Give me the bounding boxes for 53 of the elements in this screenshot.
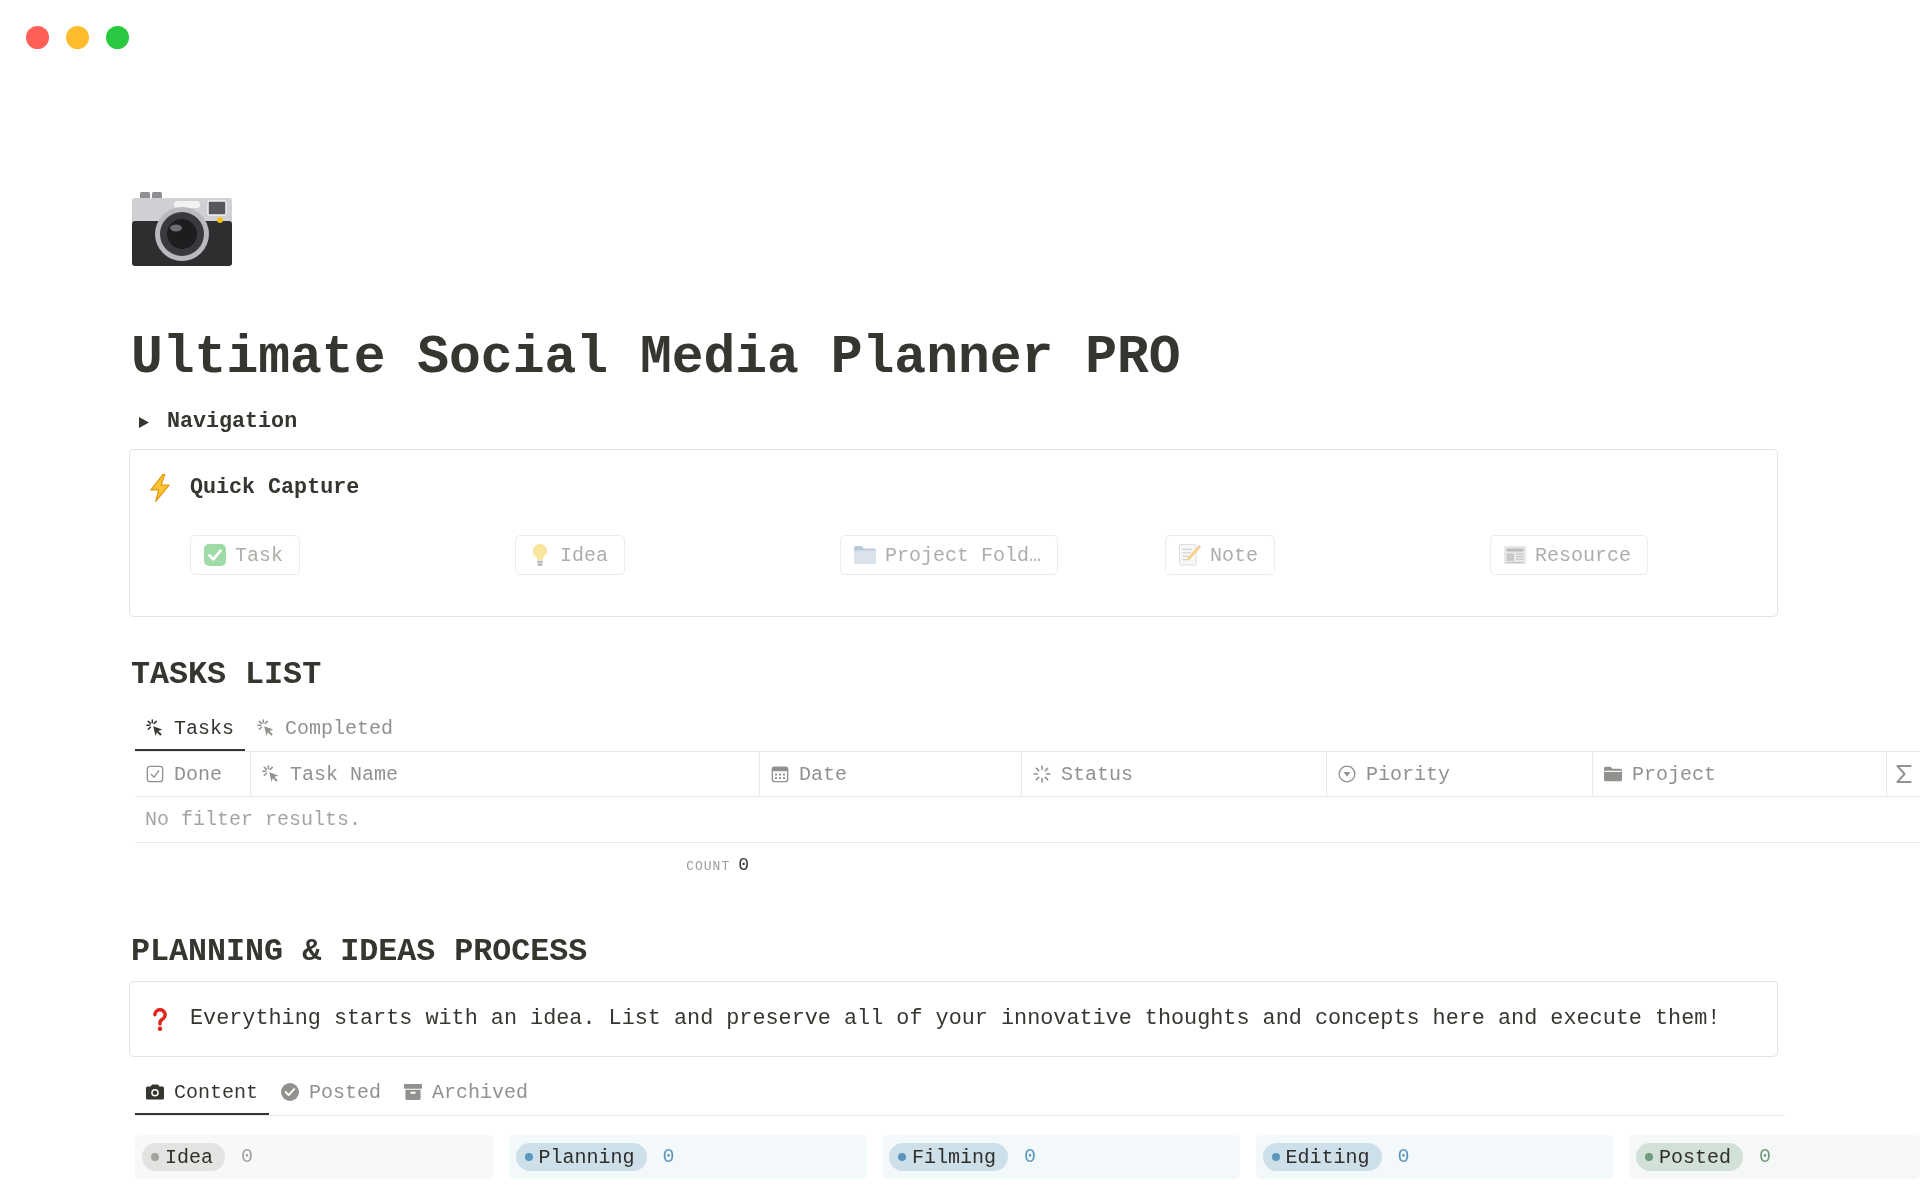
camera-icon	[146, 1083, 164, 1101]
checkbox-icon	[146, 765, 164, 783]
newspaper-icon	[1504, 544, 1526, 566]
page-title: Ultimate Social Media Planner PRO	[131, 327, 1181, 390]
camera-icon	[132, 192, 232, 266]
status-label: Idea	[165, 1145, 213, 1169]
column-header[interactable]: Status	[1022, 752, 1327, 796]
count-label: COUNT	[686, 857, 731, 876]
empty-message: No filter results.	[145, 808, 362, 831]
toggle-title: Navigation	[167, 408, 298, 436]
status-label: Filming	[912, 1145, 996, 1169]
down-arrow-circle-icon	[1338, 765, 1356, 783]
group-count: 0	[1024, 1144, 1037, 1170]
column-header[interactable]: Done	[135, 752, 251, 796]
cursor-click-icon	[262, 765, 280, 783]
view-tab[interactable]: Content	[135, 1069, 269, 1115]
status-label: Editing	[1285, 1145, 1370, 1169]
view-tab[interactable]: Completed	[246, 705, 405, 751]
spinner-icon	[1033, 765, 1051, 783]
check-circle-icon	[281, 1083, 299, 1101]
minimize-button[interactable]	[66, 26, 89, 49]
archive-box-icon	[404, 1083, 423, 1101]
question-mark-icon	[153, 1007, 167, 1031]
status-label: Planning	[538, 1145, 635, 1169]
section-heading: PLANNING & IDEAS PROCESS	[131, 933, 588, 972]
sigma-icon	[1895, 765, 1913, 783]
group-count: 0	[241, 1144, 254, 1170]
toggle-triangle-icon[interactable]	[139, 416, 149, 428]
view-tab[interactable]: Posted	[270, 1069, 393, 1115]
column-header[interactable]: Task Name	[251, 752, 760, 796]
memo-pencil-icon	[1179, 544, 1201, 566]
column-header[interactable]: Date	[760, 752, 1022, 796]
column-header[interactable]: Piority	[1327, 752, 1593, 796]
cursor-click-icon	[146, 719, 164, 737]
callout-title: Quick Capture	[190, 474, 360, 502]
view-tab[interactable]: Archived	[393, 1069, 540, 1115]
view-tab[interactable]: Tasks	[135, 705, 245, 751]
cursor-click-icon	[257, 719, 275, 737]
section-heading: TASKS LIST	[131, 656, 322, 695]
check-box-icon	[204, 544, 226, 566]
callout-text: Everything starts with an idea. List and preserve all of your innovative thoughts and concepts here and execute them!	[190, 1005, 1721, 1033]
folder-icon	[854, 544, 876, 566]
calendar-icon	[771, 765, 789, 783]
zoom-button[interactable]	[106, 26, 129, 49]
group-count: 0	[662, 1144, 675, 1170]
column-header[interactable]: Project	[1593, 752, 1887, 796]
status-label: Posted	[1659, 1145, 1731, 1169]
close-button[interactable]	[26, 26, 49, 49]
group-count: 0	[1397, 1144, 1410, 1170]
folder-icon	[1604, 765, 1622, 783]
lightning-icon	[149, 474, 171, 502]
group-count: 0	[1759, 1144, 1772, 1170]
count-value: 0	[738, 854, 749, 876]
